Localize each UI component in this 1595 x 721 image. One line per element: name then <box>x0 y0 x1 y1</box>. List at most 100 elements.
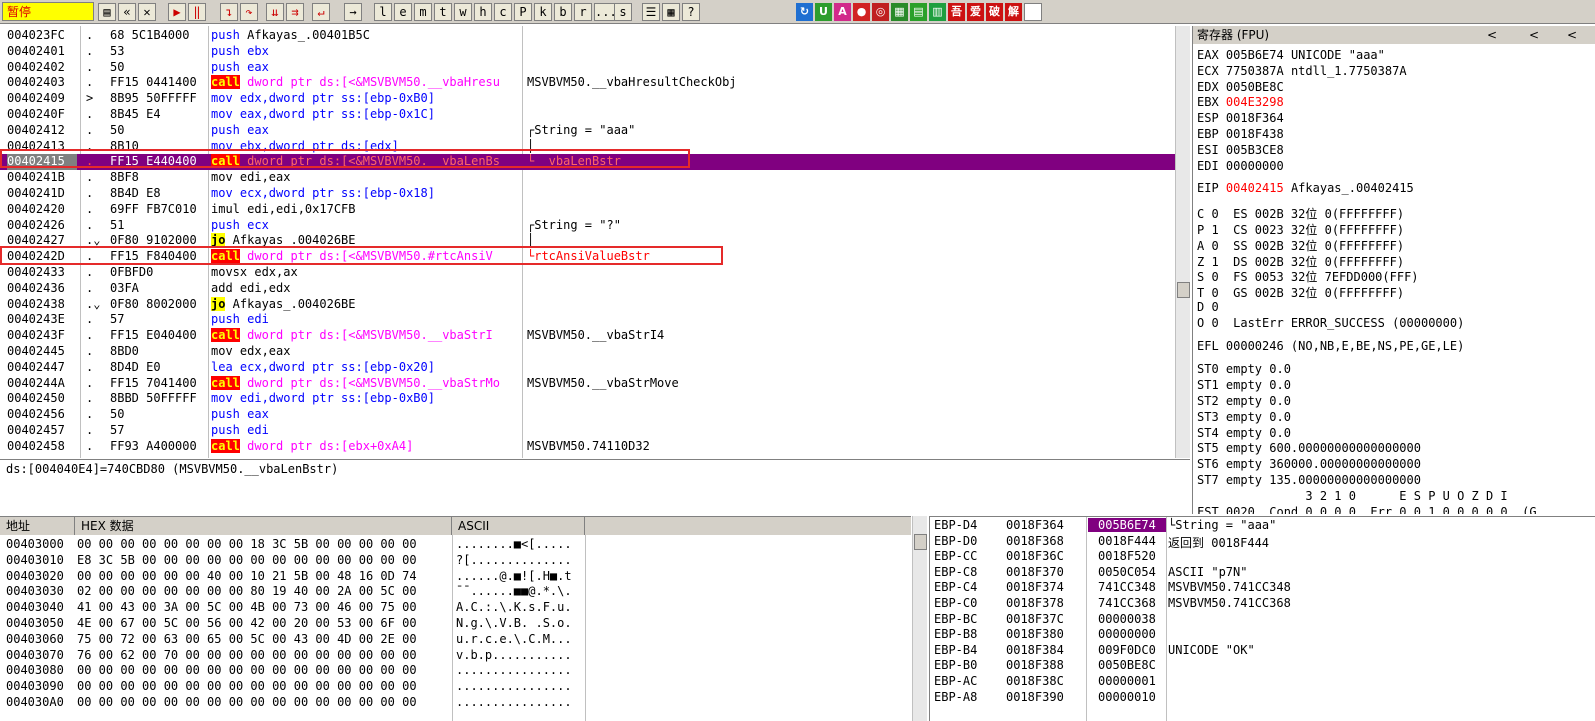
refresh-plugin-icon[interactable]: ↻ <box>796 3 813 21</box>
disasm-row[interactable]: 00402401. 53 push ebx <box>0 44 1175 60</box>
plugin-target-icon[interactable]: ◎ <box>872 3 889 21</box>
disasm-row[interactable]: 0040241B. 8BF8 mov edi,eax <box>0 170 1175 186</box>
run-icon[interactable]: ▶ <box>168 3 186 21</box>
open-icon[interactable]: ▤ <box>98 3 116 21</box>
disasm-row[interactable]: 00402456. 50 push eax <box>0 407 1175 423</box>
flag-segment-line[interactable]: S 0 FS 0053 32位 7EFDD000(FFF) <box>1197 268 1419 285</box>
disasm-row[interactable]: 00402438 .⌄ 0F80 8002000 jo Afkayas_.004026… <box>0 296 1175 313</box>
plugin-calc-icon[interactable]: ▦ <box>891 3 908 21</box>
next-view-icon[interactable]: < <box>1567 26 1577 44</box>
dump-ascii[interactable]: u.r.c.e.\.C.M... <box>456 632 572 648</box>
disasm-row[interactable]: 0040242D. FF15 F840400 call dword ptr ds:[… <box>0 249 1175 265</box>
register-ebx[interactable]: EBX 004E3298 <box>1197 95 1291 109</box>
dump-scroll-thumb[interactable] <box>914 534 927 550</box>
step-into-icon[interactable]: ↴ <box>220 3 238 21</box>
dump-address[interactable]: 00403070 <box>6 648 64 664</box>
plugin-jie-icon[interactable]: 解 <box>1005 3 1022 21</box>
dump-col-hex[interactable]: HEX 数据 <box>75 517 452 535</box>
flag-segment-line[interactable]: D 0 <box>1197 300 1219 314</box>
disassembly-scrollbar[interactable] <box>1175 26 1190 458</box>
plugin-po-icon[interactable]: 破 <box>986 3 1003 21</box>
register-ecx[interactable]: ECX 7750387A ntdll_1.7750387A <box>1197 64 1407 78</box>
register-efl[interactable]: EFL 00000246 (NO,NB,E,BE,NS,PE,GE,LE) <box>1197 339 1464 353</box>
fpu-register[interactable]: ST4 empty 0.0 <box>1197 426 1291 440</box>
stack-row[interactable]: EBP-CC 0018F36C 0018F520 <box>930 549 1595 565</box>
stack-row[interactable]: EBP-B4 0018F384 009F0DC0 UNICODE "OK" <box>930 643 1595 659</box>
prev-view-icon[interactable]: < <box>1487 26 1497 44</box>
plugin-ai-icon[interactable]: 爱 <box>967 3 984 21</box>
dump-hex-bytes[interactable]: 76 00 62 00 70 00 00 00 00 00 00 00 00 0… <box>77 648 417 664</box>
plugin-a-icon[interactable]: A <box>834 3 851 21</box>
flag-segment-line[interactable]: A 0 SS 002B 32位 0(FFFFFFFF) <box>1197 237 1404 254</box>
dump-hex-bytes[interactable]: 41 00 43 00 3A 00 5C 00 4B 00 73 00 46 0… <box>77 600 417 616</box>
dump-ascii[interactable]: A.C.:.\.K.s.F.u. <box>456 600 572 616</box>
toolbar-button-P[interactable]: P <box>514 3 532 21</box>
plugin-grid-icon[interactable]: ▥ <box>929 3 946 21</box>
pause-icon[interactable]: ‖ <box>188 3 206 21</box>
prev-view-icon-2[interactable]: < <box>1529 26 1539 44</box>
toolbar-button-r[interactable]: r <box>574 3 592 21</box>
disasm-row[interactable]: 0040241D. 8B4D E8 mov ecx,dword ptr ss:[eb… <box>0 186 1175 202</box>
register-ebp[interactable]: EBP 0018F438 <box>1197 127 1291 141</box>
dump-address[interactable]: 00403050 <box>6 616 64 632</box>
disasm-row[interactable]: 00402403. FF15 0441400 call dword ptr ds:[… <box>0 75 1175 91</box>
dump-ascii[interactable]: ?[.............. <box>456 553 572 569</box>
toolbar-button-t[interactable]: t <box>434 3 452 21</box>
disasm-row[interactable]: 00402445. 8BD0 mov edx,eax <box>0 344 1175 360</box>
dump-address[interactable]: 00403060 <box>6 632 64 648</box>
stack-row[interactable]: EBP-C0 0018F378 741CC368 MSVBVM50.741CC368 <box>930 596 1595 612</box>
dump-ascii[interactable]: v.b.p........... <box>456 648 572 664</box>
register-esp[interactable]: ESP 0018F364 <box>1197 111 1291 125</box>
toolbar-button-b[interactable]: b <box>554 3 572 21</box>
disasm-row[interactable]: 00402450. 8BBD 50FFFFF mov edi,dword ptr s… <box>0 391 1175 407</box>
dump-hex-bytes[interactable]: 00 00 00 00 00 00 00 00 00 00 00 00 00 0… <box>77 679 417 695</box>
fpu-register[interactable]: ST0 empty 0.0 <box>1197 362 1291 376</box>
flag-segment-line[interactable]: Z 1 DS 002B 32位 0(FFFFFFFF) <box>1197 253 1404 270</box>
dump-hex-bytes[interactable]: 02 00 00 00 00 00 00 00 80 19 40 00 2A 0… <box>77 584 417 600</box>
dump-ascii[interactable]: ¯ˉ......■■@.*.\. <box>456 584 572 600</box>
toolbar-button-m[interactable]: m <box>414 3 432 21</box>
register-edx[interactable]: EDX 0050BE8C <box>1197 80 1291 94</box>
dump-address[interactable]: 00403080 <box>6 663 64 679</box>
stack-row[interactable]: EBP-BC 0018F37C 00000038 <box>930 612 1595 628</box>
toolbar-button-more[interactable]: ... <box>594 3 617 21</box>
step-over-icon[interactable]: ↷ <box>240 3 258 21</box>
disasm-row[interactable]: 00402433. 0FBFD0 movsx edx,ax <box>0 265 1175 281</box>
register-eip[interactable]: EIP 00402415 Afkayas_.00402415 <box>1197 181 1414 195</box>
dump-address[interactable]: 00403030 <box>6 584 64 600</box>
trace-over-icon[interactable]: ⇉ <box>286 3 304 21</box>
disasm-row[interactable]: 00402402. 50 push eax <box>0 60 1175 76</box>
dump-address[interactable]: 00403020 <box>6 569 64 585</box>
stack-row[interactable]: EBP-AC 0018F38C 00000001 <box>930 674 1595 690</box>
disasm-row[interactable]: 00402436. 03FA add edi,edx <box>0 281 1175 297</box>
goto-icon[interactable]: → <box>344 3 362 21</box>
dump-address[interactable]: 004030A0 <box>6 695 64 711</box>
fpu-status-word[interactable]: FST 0020 Cond 0 0 0 0 Err 0 0 1 0 0 0 0 … <box>1197 505 1537 514</box>
stack-row[interactable]: EBP-B8 0018F380 00000000 <box>930 627 1595 643</box>
toolbar-button-c[interactable]: c <box>494 3 512 21</box>
stack-row[interactable]: EBP-D0 0018F368 0018F444 返回到 0018F444 <box>930 534 1595 550</box>
toolbar-button-s[interactable]: s <box>614 3 632 21</box>
disassembly-scroll-thumb[interactable] <box>1177 282 1190 298</box>
dump-col-address[interactable]: 地址 <box>0 517 75 535</box>
stack-row[interactable]: EBP-A8 0018F390 00000010 <box>930 690 1595 706</box>
flag-segment-line[interactable]: P 1 CS 0023 32位 0(FFFFFFFF) <box>1197 221 1404 238</box>
register-edi[interactable]: EDI 00000000 <box>1197 159 1291 173</box>
toolbar-button-h[interactable]: h <box>474 3 492 21</box>
dump-hex-bytes[interactable]: 00 00 00 00 00 00 40 00 10 21 5B 00 48 1… <box>77 569 417 585</box>
flag-segment-line[interactable]: T 0 GS 002B 32位 0(FFFFFFFF) <box>1197 284 1404 301</box>
fpu-register[interactable]: ST5 empty 600.00000000000000000 <box>1197 441 1421 455</box>
disasm-row[interactable]: 00402447. 8D4D E0 lea ecx,dword ptr ss:[eb… <box>0 360 1175 376</box>
dump-ascii[interactable]: ................ <box>456 679 572 695</box>
stack-row[interactable]: EBP-C8 0018F370 0050C054 ASCII "p7N" <box>930 565 1595 581</box>
disasm-row[interactable]: 00402409 >8B95 50FFFFF mov edx,dword ptr s… <box>0 91 1175 107</box>
stack-row[interactable]: EBP-B0 0018F388 0050BE8C <box>930 658 1595 674</box>
disasm-row[interactable]: 00402413. 8B10 mov ebx,dword ptr ds:[edx] │ <box>0 139 1175 155</box>
disasm-row[interactable]: 00402426. 51 push ecx ┌String = "?" <box>0 218 1175 234</box>
execute-till-return-icon[interactable]: ↵ <box>312 3 330 21</box>
dump-ascii[interactable]: ................ <box>456 663 572 679</box>
disasm-row[interactable]: 00402420. 69FF FB7C010 imul edi,edi,0x17CF… <box>0 202 1175 218</box>
dump-ascii[interactable]: ........■<[..... <box>456 537 572 553</box>
plugin-u-icon[interactable]: U <box>815 3 832 21</box>
rewind-icon[interactable]: « <box>118 3 136 21</box>
